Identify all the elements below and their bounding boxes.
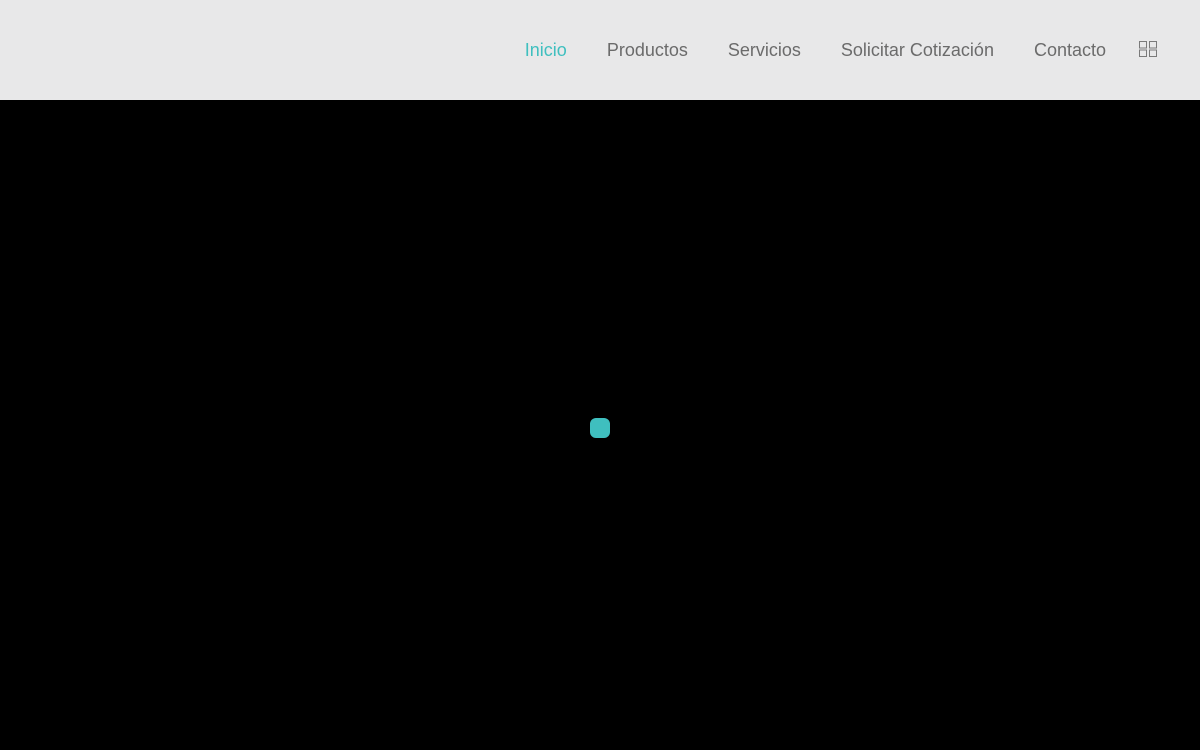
- grid-icon-svg: [1139, 41, 1157, 57]
- nav-item-solicitar-cotizacion[interactable]: Solicitar Cotización: [841, 40, 994, 61]
- nav-item-inicio[interactable]: Inicio: [525, 40, 567, 61]
- hero-section: [0, 100, 1200, 750]
- main-nav: Inicio Productos Servicios Solicitar Cot…: [525, 0, 1106, 100]
- loading-dot-icon: [590, 418, 610, 438]
- nav-item-servicios[interactable]: Servicios: [728, 40, 801, 61]
- site-header: Inicio Productos Servicios Solicitar Cot…: [0, 0, 1200, 100]
- logo[interactable]: [20, 20, 220, 80]
- nav-item-productos[interactable]: Productos: [607, 40, 688, 61]
- grid-icon[interactable]: [1139, 41, 1157, 57]
- nav-item-contacto[interactable]: Contacto: [1034, 40, 1106, 61]
